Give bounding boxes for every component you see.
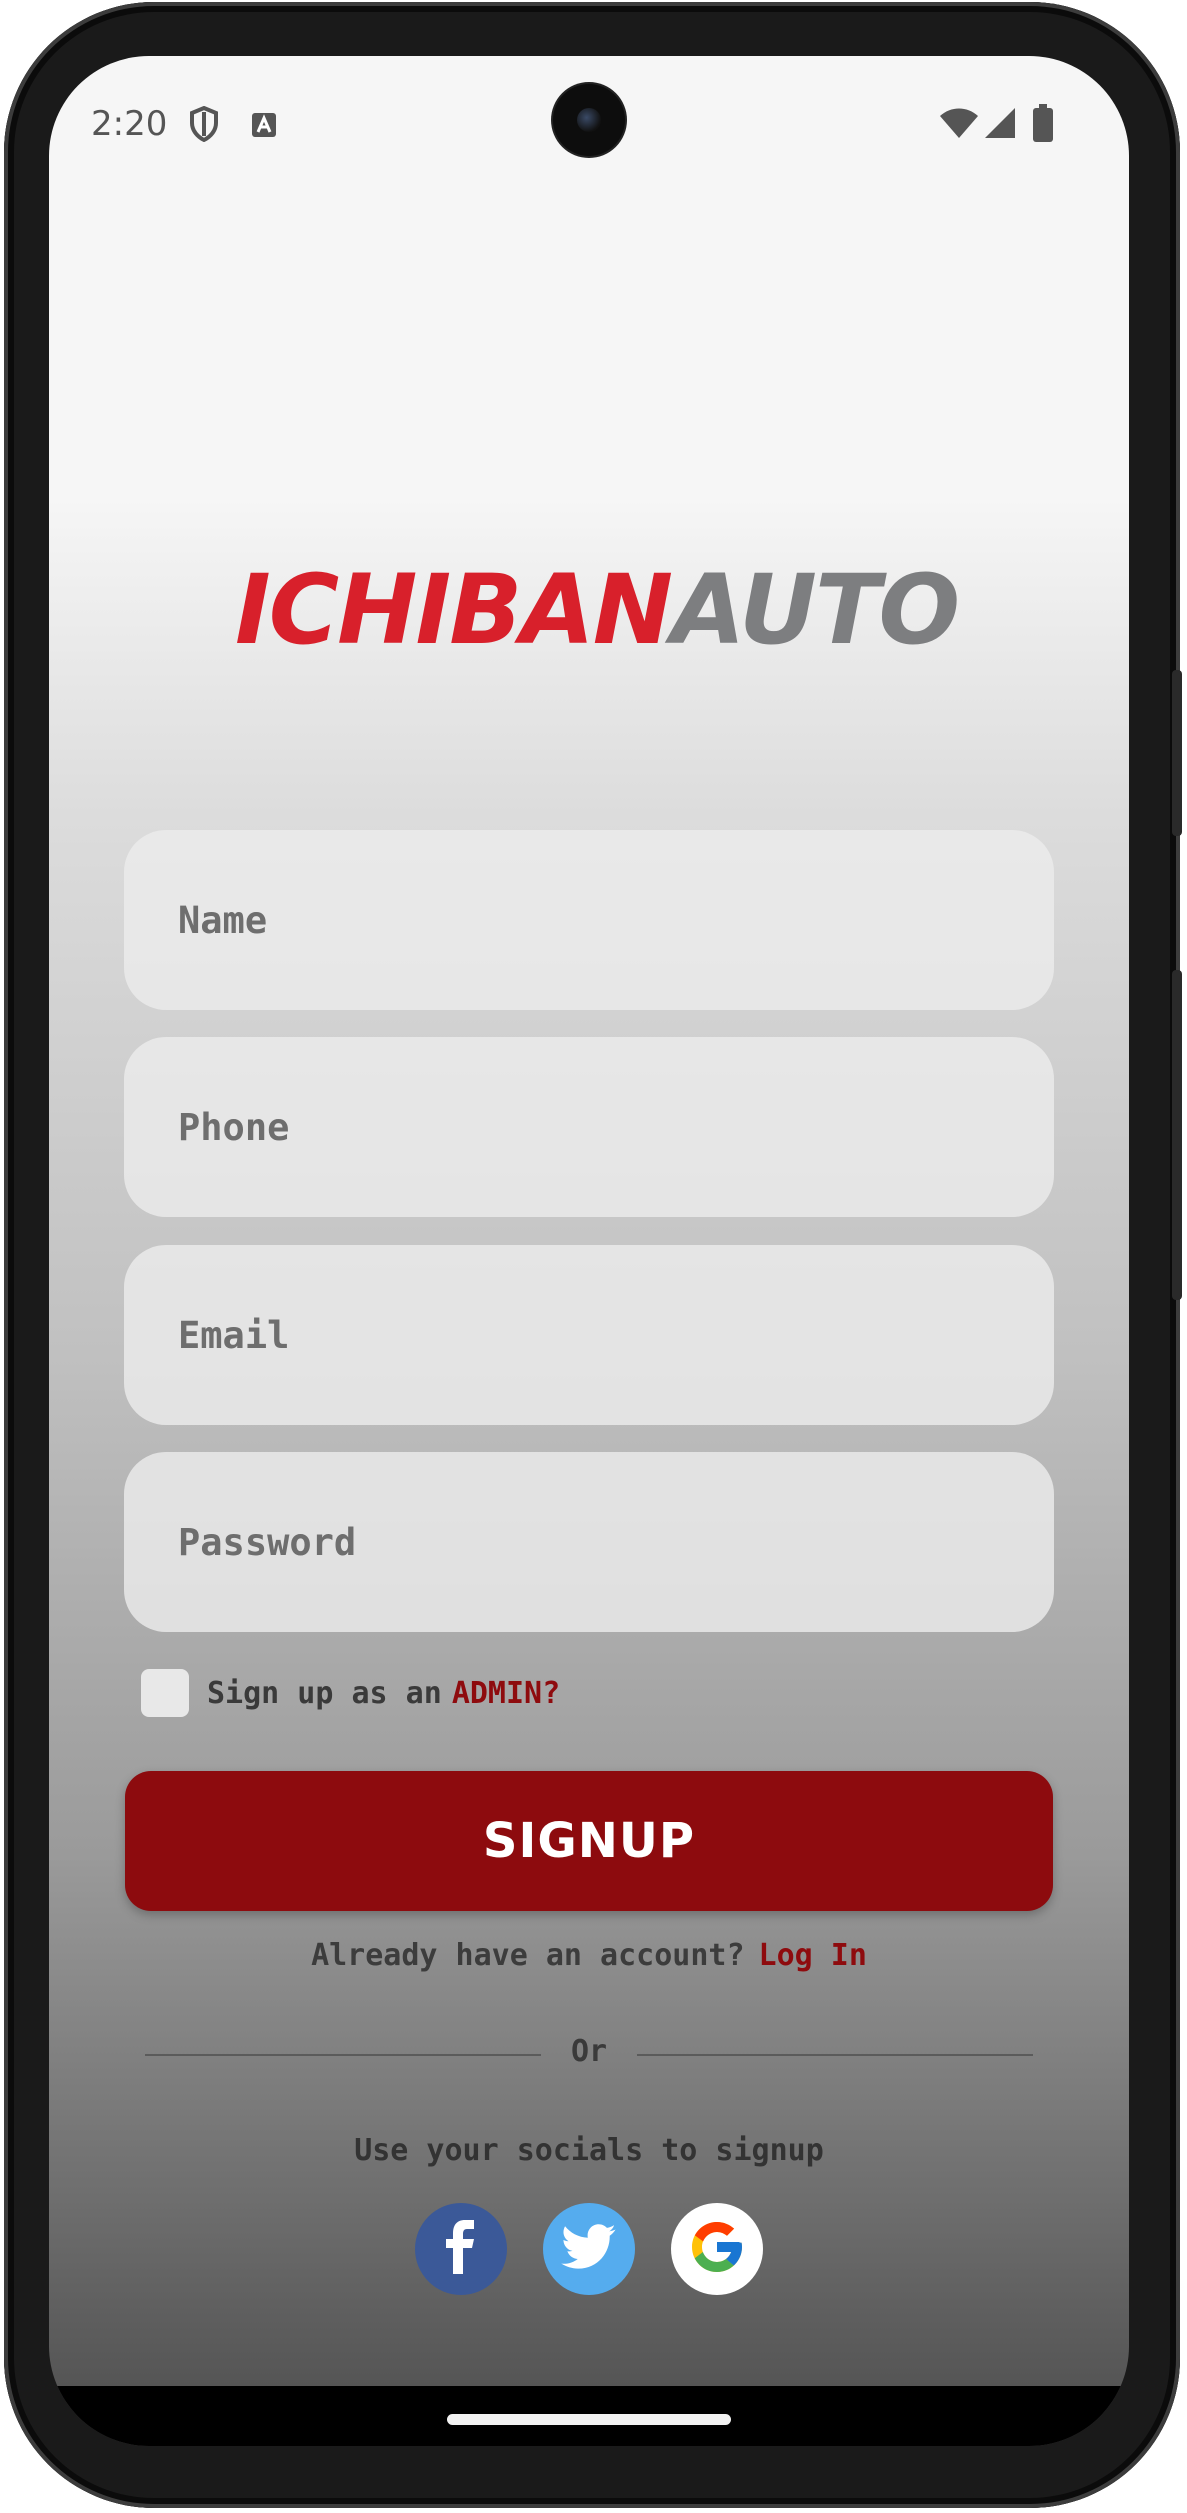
text-a-icon bbox=[251, 112, 277, 142]
screen: 2:20 ICHIBANAUTO Sign up as an ADMIN? bbox=[49, 56, 1129, 2446]
login-prompt: Already have an account? bbox=[311, 1938, 745, 1973]
phone-input[interactable] bbox=[124, 1037, 1054, 1217]
facebook-button[interactable] bbox=[415, 2203, 507, 2295]
logo-part-auto: AUTO bbox=[671, 554, 960, 666]
clock: 2:20 bbox=[91, 104, 168, 144]
admin-label: Sign up as an ADMIN? bbox=[207, 1676, 560, 1711]
name-field[interactable] bbox=[124, 830, 1054, 1010]
password-field[interactable] bbox=[124, 1452, 1054, 1632]
front-camera bbox=[553, 84, 625, 156]
name-input[interactable] bbox=[124, 830, 1054, 1010]
admin-link[interactable]: ADMIN? bbox=[452, 1676, 560, 1711]
twitter-button[interactable] bbox=[543, 2203, 635, 2295]
admin-checkbox-row: Sign up as an ADMIN? bbox=[141, 1668, 560, 1718]
google-icon bbox=[687, 2217, 747, 2281]
or-label: Or bbox=[570, 2034, 608, 2069]
signal-icon bbox=[983, 106, 1017, 144]
password-input[interactable] bbox=[124, 1452, 1054, 1632]
app-logo: ICHIBANAUTO bbox=[235, 562, 960, 658]
socials-label: Use your socials to signup bbox=[354, 2133, 824, 2168]
wifi-icon bbox=[939, 106, 979, 144]
battery-icon bbox=[1033, 104, 1053, 146]
login-row: Already have an account? Log In bbox=[49, 1938, 1129, 1973]
volume-button bbox=[1172, 670, 1182, 836]
email-field[interactable] bbox=[124, 1245, 1054, 1425]
home-indicator[interactable] bbox=[447, 2414, 731, 2425]
login-link[interactable]: Log In bbox=[759, 1938, 867, 1973]
email-input[interactable] bbox=[124, 1245, 1054, 1425]
facebook-icon bbox=[441, 2219, 481, 2279]
phone-field[interactable] bbox=[124, 1037, 1054, 1217]
signup-button[interactable]: SIGNUP bbox=[125, 1771, 1053, 1911]
google-button[interactable] bbox=[671, 2203, 763, 2295]
admin-checkbox[interactable] bbox=[141, 1669, 189, 1717]
logo-part-ichiban: ICHIBAN bbox=[235, 554, 673, 666]
power-button bbox=[1172, 970, 1182, 1300]
divider-right bbox=[637, 2054, 1033, 2056]
twitter-icon bbox=[561, 2224, 617, 2274]
shield-icon bbox=[189, 105, 219, 146]
admin-prefix: Sign up as an bbox=[207, 1675, 442, 1711]
